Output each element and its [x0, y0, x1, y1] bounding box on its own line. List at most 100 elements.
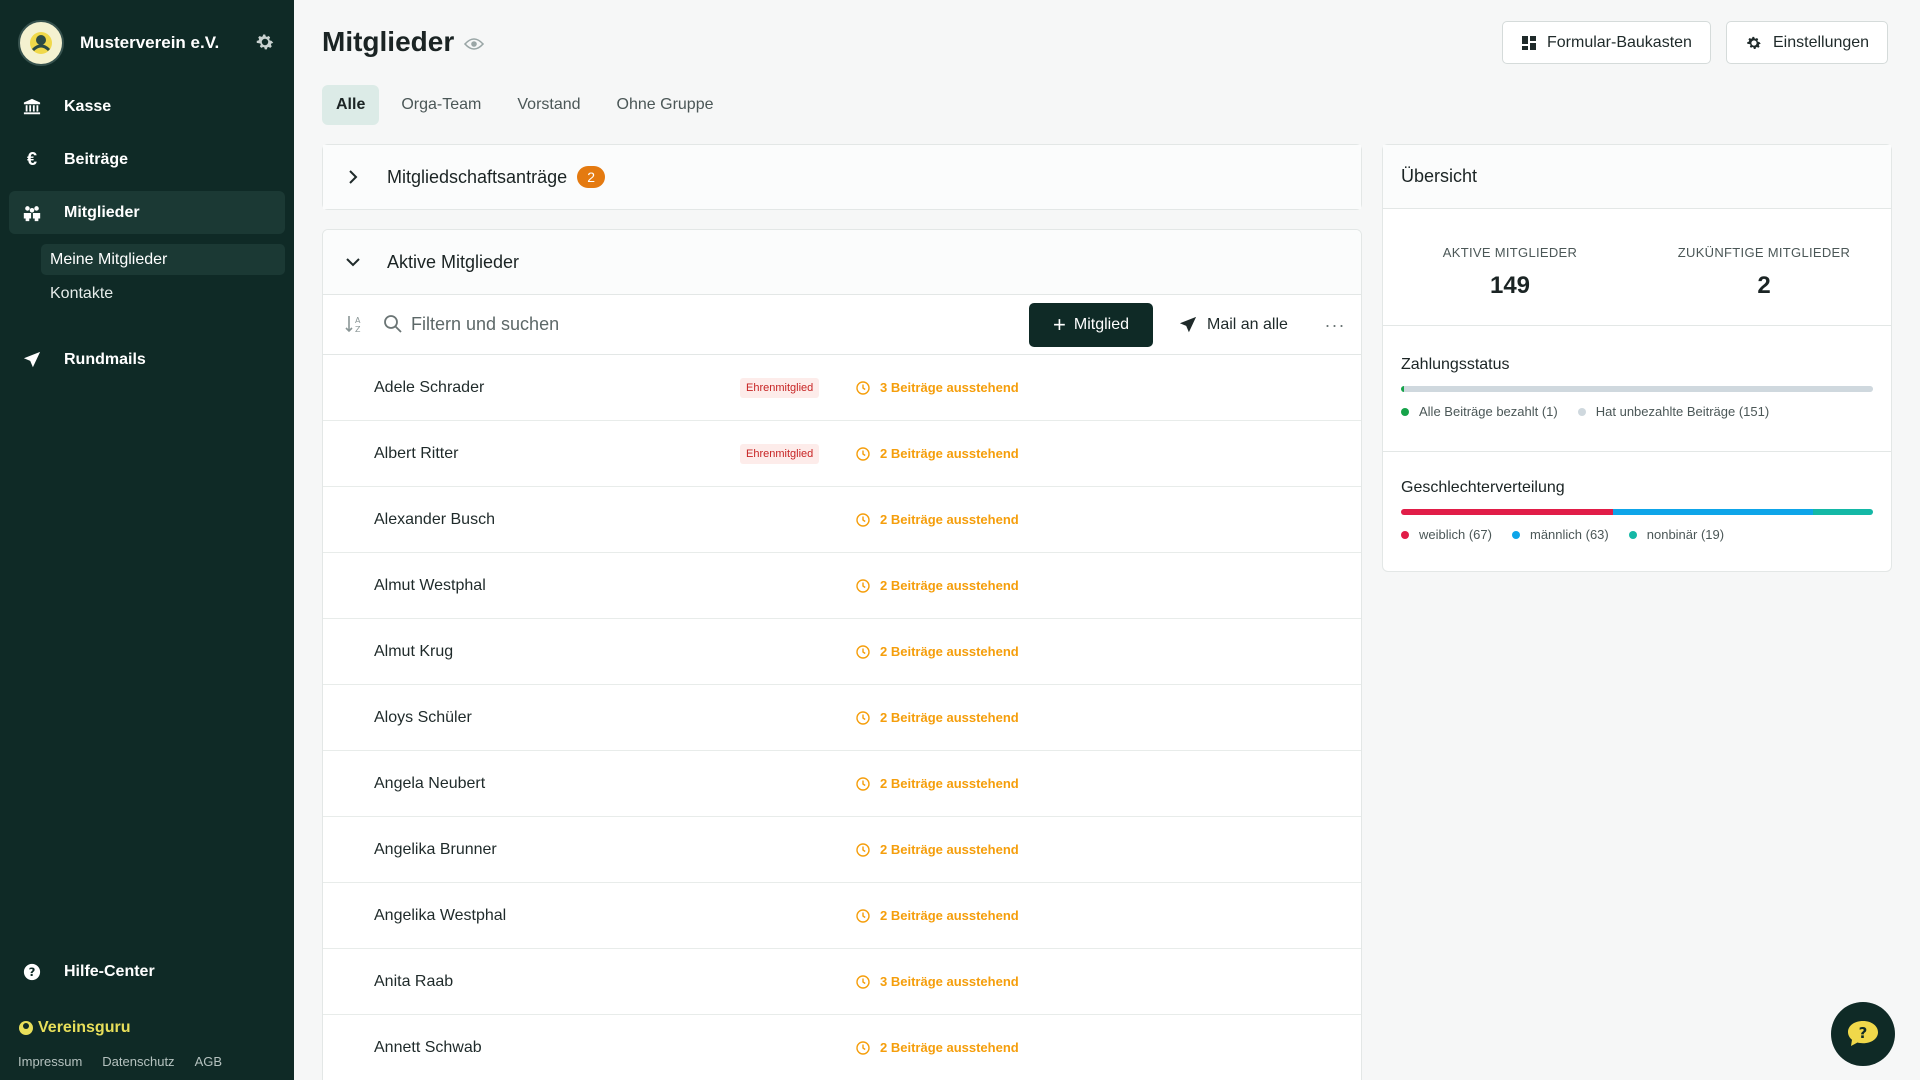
paper-plane-icon — [21, 349, 43, 371]
active-members-toggle[interactable]: Aktive Mitglieder — [323, 230, 1361, 294]
chat-question-icon: ? — [1848, 1021, 1878, 1046]
clock-icon — [856, 1040, 870, 1055]
table-row[interactable]: Adele Schrader Ehrenmitglied 3 Beiträge au… — [323, 355, 1361, 421]
applications-toggle[interactable]: Mitgliedschaftsanträge 2 — [323, 145, 1361, 209]
stat-active-label: AKTIVE MITGLIEDER — [1442, 245, 1578, 260]
nav-kasse[interactable]: Kasse — [9, 85, 285, 128]
tab-alle[interactable]: Alle — [322, 85, 380, 125]
org-switcher[interactable]: Musterverein e.V. — [18, 20, 278, 66]
legend-dot-icon — [1401, 530, 1409, 539]
plus-icon: + — [1053, 312, 1066, 337]
sort-icon[interactable]: AZ — [343, 313, 367, 337]
mail-all-label: Mail an alle — [1207, 316, 1288, 333]
gender-legend-label: nonbinär (19) — [1646, 527, 1725, 542]
overview-title: Übersicht — [1383, 145, 1891, 209]
formular-baukasten-label: Formular-Baukasten — [1547, 33, 1692, 51]
table-row[interactable]: Angela Neubert 2 Beiträge ausstehend — [323, 751, 1361, 817]
svg-text:Z: Z — [355, 325, 361, 334]
add-member-button[interactable]: + Mitglied — [1029, 303, 1153, 347]
org-name: Musterverein e.V. — [80, 33, 220, 52]
chevron-down-icon — [341, 250, 365, 274]
nav-rundmails-label: Rundmails — [64, 350, 146, 368]
active-members-label: Aktive Mitglieder — [387, 251, 520, 272]
link-agb[interactable]: AGB — [195, 1054, 222, 1069]
tab-orga-team[interactable]: Orga-Team — [387, 85, 495, 125]
table-row[interactable]: Annett Schwab 2 Beiträge ausstehend — [323, 1015, 1361, 1080]
table-row[interactable]: Albert Ritter Ehrenmitglied 2 Beiträge aus… — [323, 421, 1361, 487]
stat-future: ZUKÜNFTIGE MITGLIEDER 2 — [1637, 209, 1891, 300]
page-title-text: Mitglieder — [322, 26, 455, 57]
svg-text:A: A — [355, 316, 361, 325]
nav-meine-mitglieder[interactable]: Meine Mitglieder — [41, 244, 285, 275]
payment-status-text: 2 Beiträge ausstehend — [880, 446, 1019, 461]
honorary-member-badge: Ehrenmitglied — [740, 377, 820, 398]
add-member-label: Mitglied — [1073, 316, 1129, 333]
table-row[interactable]: Alexander Busch 2 Beiträge ausstehend — [323, 487, 1361, 553]
more-options-icon[interactable]: ··· — [1319, 309, 1351, 341]
mail-all-button[interactable]: Mail an alle — [1179, 303, 1288, 347]
tab-vorstand[interactable]: Vorstand — [503, 85, 594, 125]
table-row[interactable]: Almut Westphal 2 Beiträge ausstehend — [323, 553, 1361, 619]
payment-status-bar — [1401, 386, 1873, 392]
legend-paid-label: Alle Beiträge bezahlt (1) — [1419, 404, 1558, 419]
people-icon — [21, 202, 43, 224]
link-impressum[interactable]: Impressum — [18, 1054, 82, 1069]
gender-bar — [1401, 509, 1873, 515]
gender-bar-segment — [1812, 509, 1873, 515]
stat-active-value: 149 — [1489, 272, 1531, 299]
clock-icon — [856, 908, 870, 923]
clock-icon — [856, 644, 870, 659]
payment-status-text: 2 Beiträge ausstehend — [880, 908, 1019, 923]
clock-icon — [856, 974, 870, 989]
formular-baukasten-button[interactable]: Formular-Baukasten — [1502, 21, 1711, 64]
help-chat-button[interactable]: ? — [1831, 1002, 1895, 1066]
members-toolbar: AZ + Mitglied Mail an alle ··· — [323, 294, 1361, 355]
payment-legend: Alle Beiträge bezahlt (1) Hat unbezahlte… — [1401, 404, 1873, 419]
table-row[interactable]: Angelika Westphal 2 Beiträge ausstehend — [323, 883, 1361, 949]
payment-status: 2 Beiträge ausstehend — [856, 446, 1019, 461]
link-datenschutz[interactable]: Datenschutz — [102, 1054, 174, 1069]
brand-name: Vereinsguru — [38, 1019, 131, 1036]
nav-hilfe-center[interactable]: ? Hilfe-Center — [9, 950, 285, 993]
nav-beitraege[interactable]: € Beiträge — [9, 138, 285, 181]
members-list: Adele Schrader Ehrenmitglied 3 Beiträge au… — [323, 355, 1361, 1080]
search-input[interactable] — [411, 314, 1001, 335]
payment-status: 3 Beiträge ausstehend — [856, 380, 1019, 395]
table-row[interactable]: Anita Raab 3 Beiträge ausstehend — [323, 949, 1361, 1015]
search-icon — [383, 314, 405, 336]
vereinsguru-logo[interactable]: Vereinsguru — [18, 1019, 130, 1037]
divider — [1383, 451, 1891, 452]
member-stats: AKTIVE MITGLIEDER 149 ZUKÜNFTIGE MITGLIE… — [1383, 209, 1891, 326]
bar-segment-unpaid — [1404, 386, 1873, 392]
clock-icon — [856, 512, 870, 527]
help-circle-icon: ? — [21, 961, 43, 983]
sidebar: Musterverein e.V. Kasse € Beiträge Mitgl… — [0, 0, 294, 1080]
gear-icon[interactable] — [254, 31, 278, 55]
overview-panel: Übersicht AKTIVE MITGLIEDER 149 ZUKÜNFTI… — [1382, 144, 1892, 572]
gender-title: Geschlechterverteilung — [1401, 479, 1565, 496]
group-tabs: Alle Orga-Team Vorstand Ohne Gruppe — [322, 85, 727, 125]
euro-icon: € — [26, 149, 37, 169]
legend-dot-icon — [1628, 530, 1637, 539]
main-content: Mitglieder Formular-Baukasten Einstellun… — [294, 0, 1920, 1080]
table-row[interactable]: Aloys Schüler 2 Beiträge ausstehend — [323, 685, 1361, 751]
clock-icon — [856, 380, 870, 395]
gear-icon — [1747, 36, 1761, 49]
payment-status-text: 3 Beiträge ausstehend — [880, 380, 1019, 395]
member-name: Albert Ritter — [374, 444, 459, 462]
footer-links: Impressum Datenschutz AGB — [18, 1054, 222, 1069]
nav-kontakte[interactable]: Kontakte — [41, 278, 285, 309]
member-name: Aloys Schüler — [374, 708, 472, 726]
tab-ohne-gruppe[interactable]: Ohne Gruppe — [603, 85, 728, 125]
gender-legend-label: weiblich (67) — [1419, 527, 1492, 542]
nav-mitglieder[interactable]: Mitglieder — [9, 191, 285, 234]
clock-icon — [856, 578, 870, 593]
eye-icon[interactable] — [464, 26, 485, 58]
einstellungen-button[interactable]: Einstellungen — [1726, 21, 1889, 64]
table-row[interactable]: Angelika Brunner 2 Beiträge ausstehend — [323, 817, 1361, 883]
nav-rundmails[interactable]: Rundmails — [9, 338, 285, 381]
vereinsguru-icon — [19, 1021, 33, 1035]
table-row[interactable]: Almut Krug 2 Beiträge ausstehend — [323, 619, 1361, 685]
payment-status: 3 Beiträge ausstehend — [856, 974, 1019, 989]
payment-status-section: Zahlungsstatus Alle Beiträge bezahlt (1)… — [1383, 356, 1891, 419]
